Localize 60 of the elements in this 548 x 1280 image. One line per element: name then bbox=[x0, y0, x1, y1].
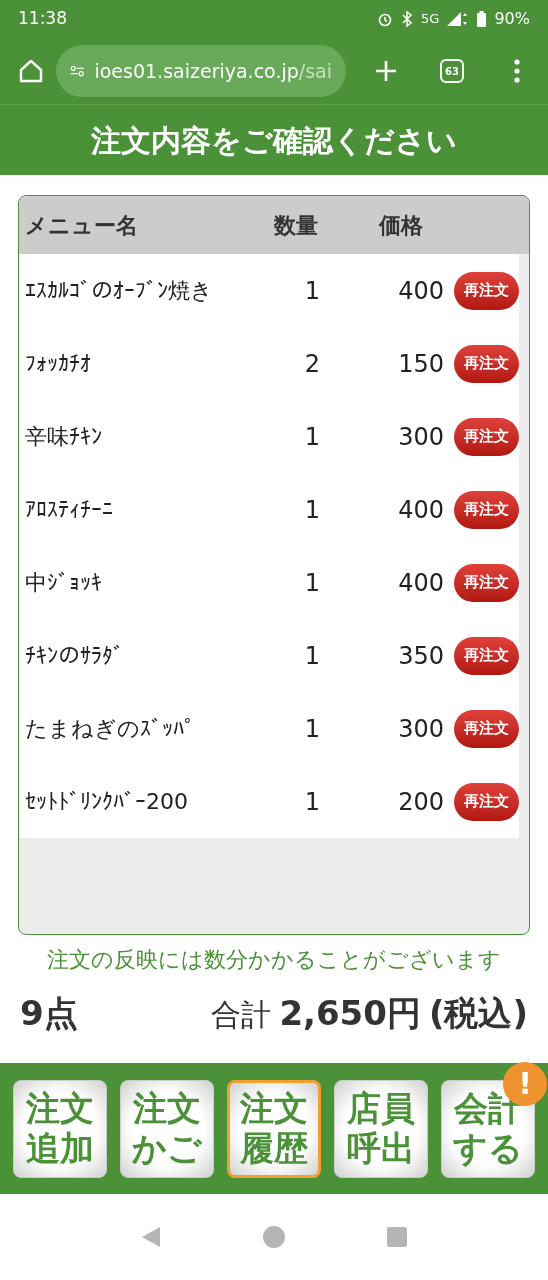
table-cell-text: 400 bbox=[397, 494, 445, 526]
home-icon[interactable] bbox=[18, 58, 44, 84]
status-time: 11:38 bbox=[18, 7, 67, 31]
reorder-button[interactable]: 再注文 bbox=[453, 344, 519, 383]
table-cell-text: 1 bbox=[303, 421, 321, 453]
reorder-button[interactable]: 再注文 bbox=[453, 490, 519, 529]
table-cell-text: 辛味ﾁｷﾝ bbox=[24, 423, 103, 451]
column-header: 価格 bbox=[379, 211, 423, 240]
reorder-button[interactable]: 再注文 bbox=[453, 636, 519, 675]
table-cell-text: ｴｽｶﾙｺﾞのｵｰﾌﾞﾝ焼き bbox=[24, 277, 214, 305]
home-circle-icon[interactable] bbox=[263, 1226, 285, 1248]
table-cell-text: 1 bbox=[303, 567, 321, 599]
table-cell-text: 中ｼﾞｮｯｷ bbox=[24, 569, 103, 597]
total-amount: 2,650円 bbox=[279, 992, 421, 1035]
table-cell-text: 1 bbox=[303, 713, 321, 745]
item-count: 9点 bbox=[20, 992, 78, 1035]
more-menu-icon[interactable] bbox=[514, 59, 520, 83]
table-cell-text: 400 bbox=[397, 567, 445, 599]
total-label: 合計 bbox=[211, 996, 272, 1034]
column-header: メニュー名 bbox=[24, 211, 139, 240]
table-cell-text: 400 bbox=[397, 275, 445, 307]
tax-label: (税込) bbox=[428, 992, 528, 1035]
table-cell-text: ｾｯﾄﾄﾞﾘﾝｸﾊﾞｰ200 bbox=[24, 788, 189, 816]
table-cell-text: 2 bbox=[303, 348, 321, 380]
notice-text: 注文の反映には数分かかることがございます bbox=[46, 946, 502, 974]
table-cell-text: ｱﾛｽﾃｨﾁｰﾆ bbox=[24, 496, 114, 524]
table-cell-text: 1 bbox=[303, 640, 321, 672]
tab-count-button[interactable]: 63 bbox=[440, 59, 464, 83]
plus-icon[interactable] bbox=[374, 59, 398, 83]
nav-button[interactable]: 店員 呼出 bbox=[334, 1079, 428, 1178]
table-cell-text: 1 bbox=[303, 275, 321, 307]
back-icon[interactable] bbox=[141, 1226, 161, 1248]
reorder-button[interactable]: 再注文 bbox=[453, 782, 519, 821]
table-cell-text: ﾌｫｯｶﾁｵ bbox=[24, 350, 92, 378]
table-cell-text: 300 bbox=[397, 713, 445, 745]
network-label: 5G bbox=[421, 10, 440, 29]
table-cell-text: ﾁｷﾝのｻﾗﾀﾞ bbox=[24, 642, 125, 670]
table-cell-text: 300 bbox=[397, 421, 445, 453]
signal-icon bbox=[447, 11, 470, 27]
column-header: 数量 bbox=[274, 211, 319, 240]
table-cell-text: 1 bbox=[303, 494, 321, 526]
reorder-button[interactable]: 再注文 bbox=[453, 417, 519, 456]
nav-button[interactable]: 注文 履歴 bbox=[227, 1079, 321, 1178]
url-text: ioes01.saizeriya.co.jp/sai bbox=[94, 58, 332, 84]
table-cell-text: 1 bbox=[303, 786, 321, 818]
battery-percent: 90% bbox=[494, 8, 530, 30]
reorder-button[interactable]: 再注文 bbox=[453, 271, 519, 310]
nav-button[interactable]: 注文 追加 bbox=[13, 1079, 107, 1178]
page-title: 注文内容をご確認ください bbox=[91, 121, 457, 160]
battery-icon bbox=[477, 11, 487, 27]
reorder-button[interactable]: 再注文 bbox=[453, 563, 519, 602]
bluetooth-icon bbox=[401, 11, 414, 27]
table-cell-text: 350 bbox=[397, 640, 445, 672]
table-cell-text: たまねぎのｽﾞｯﾊﾟ bbox=[24, 715, 196, 743]
table-cell-text: 200 bbox=[397, 786, 445, 818]
url-field[interactable]: ioes01.saizeriya.co.jp/sai bbox=[56, 45, 346, 97]
alarm-icon bbox=[377, 11, 394, 27]
table-cell-text: 150 bbox=[397, 348, 445, 380]
reorder-button[interactable]: 再注文 bbox=[453, 709, 519, 748]
nav-button[interactable]: 注文 かご bbox=[120, 1079, 214, 1178]
